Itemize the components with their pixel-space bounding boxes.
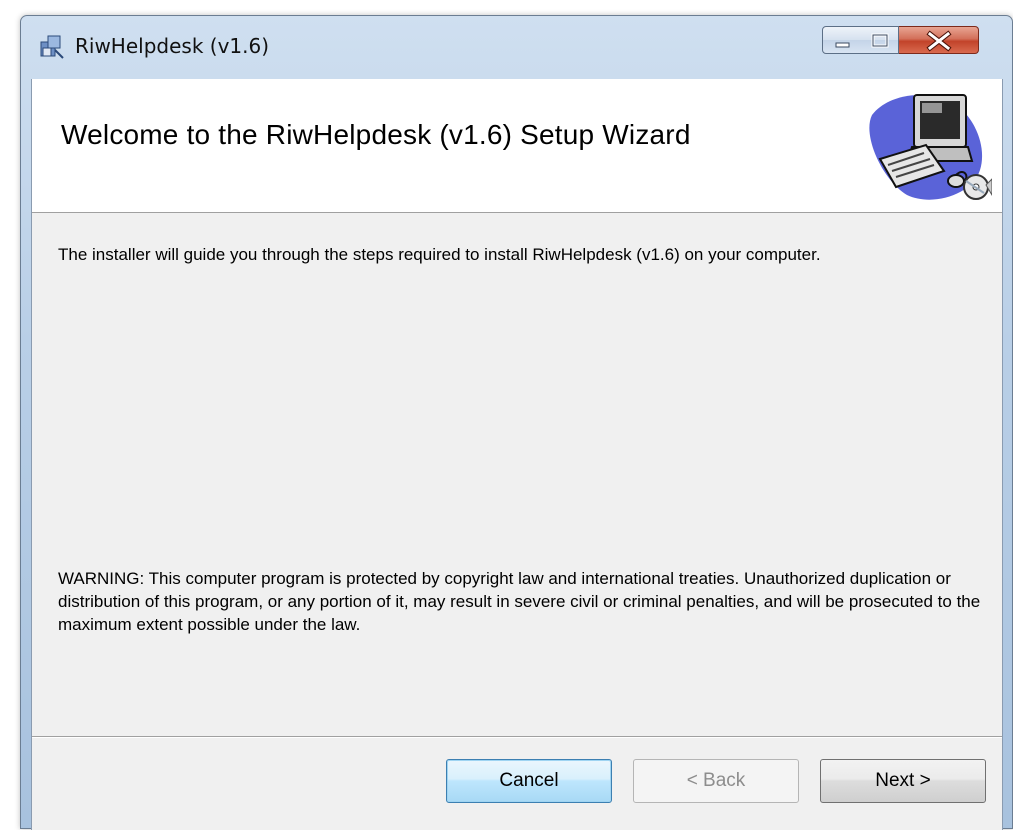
minimize-button[interactable]: [822, 26, 862, 54]
cancel-button[interactable]: Cancel: [446, 759, 612, 803]
copyright-warning: WARNING: This computer program is protec…: [58, 569, 981, 634]
installer-window: RiwHelpdesk (v1.6) Welcome to the RiwHel…: [20, 15, 1013, 830]
wizard-banner: Welcome to the RiwHelpdesk (v1.6) Setup …: [32, 79, 1002, 213]
window-title: RiwHelpdesk (v1.6): [75, 34, 270, 58]
close-button[interactable]: [899, 26, 979, 54]
maximize-button[interactable]: [861, 26, 899, 54]
wizard-heading: Welcome to the RiwHelpdesk (v1.6) Setup …: [61, 119, 691, 150]
maximize-icon: [871, 33, 889, 48]
intro-text: The installer will guide you through the…: [58, 245, 821, 264]
title-bar[interactable]: RiwHelpdesk (v1.6): [21, 16, 1012, 79]
installer-app-icon: [39, 34, 65, 60]
button-separator: [32, 736, 1002, 738]
computer-setup-icon: [869, 94, 992, 200]
next-button[interactable]: Next >: [820, 759, 986, 803]
wizard-client-area: Welcome to the RiwHelpdesk (v1.6) Setup …: [31, 79, 1003, 830]
close-icon: [926, 30, 952, 52]
back-button[interactable]: < Back: [633, 759, 799, 803]
minimize-icon: [835, 42, 850, 48]
